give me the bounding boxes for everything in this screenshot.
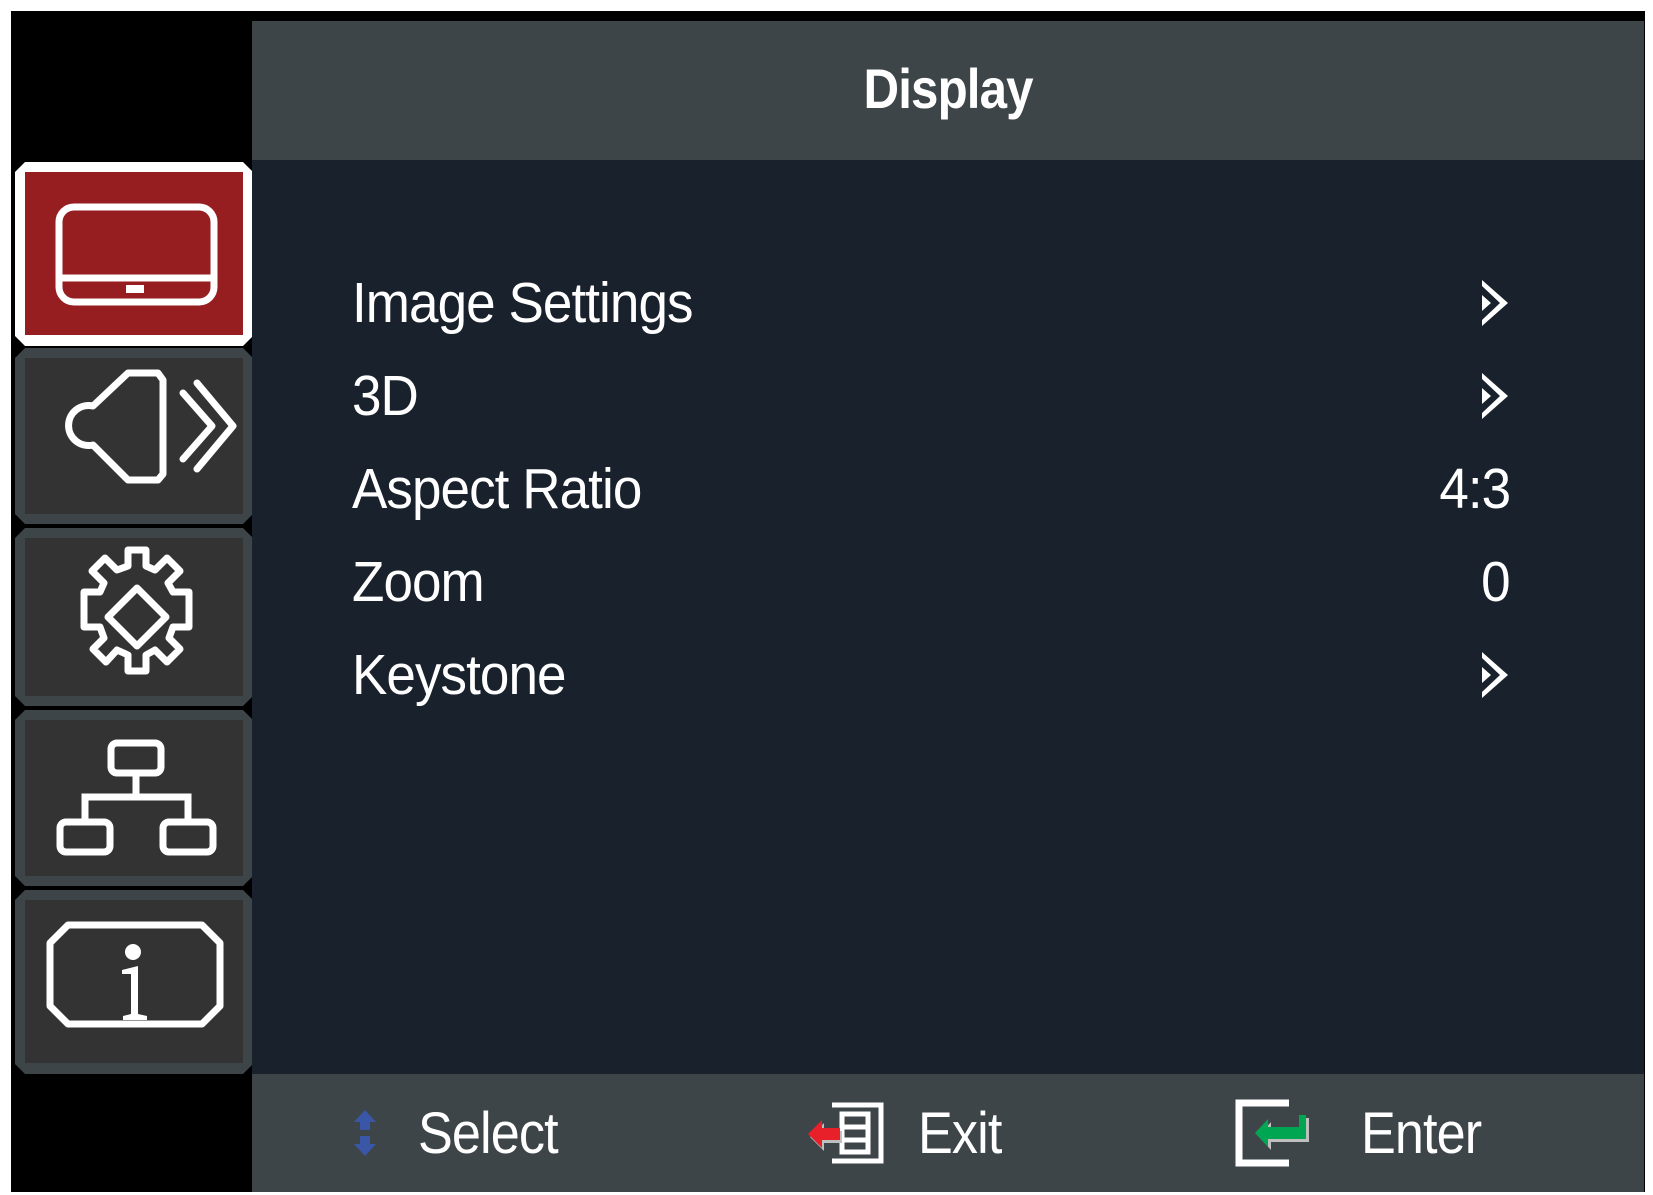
menu-item-label: 3D xyxy=(352,364,419,428)
menu-item-label: Aspect Ratio xyxy=(352,457,642,521)
network-icon xyxy=(56,739,217,856)
sidebar-item-display[interactable] xyxy=(15,162,253,346)
chevron-right-icon xyxy=(1482,280,1508,326)
menu-panel: Image Settings 3D Aspect Ratio 4:3 Zoom … xyxy=(252,160,1644,1074)
hint-select: Select xyxy=(352,1074,573,1192)
hint-exit-label: Exit xyxy=(918,1100,1002,1166)
hint-enter: Enter xyxy=(1233,1074,1495,1192)
footer-bar: Select Exit Enter xyxy=(252,1074,1644,1192)
menu-item-label: Keystone xyxy=(352,643,567,707)
gear-icon xyxy=(80,546,193,675)
menu-item-label: Image Settings xyxy=(352,271,694,335)
menu-item-zoom[interactable]: Zoom 0 xyxy=(352,542,1511,622)
menu-item-label: Zoom xyxy=(352,550,485,614)
hint-enter-label: Enter xyxy=(1361,1100,1482,1166)
hint-select-label: Select xyxy=(418,1100,559,1166)
speaker-icon xyxy=(65,369,237,484)
sidebar-item-audio[interactable] xyxy=(15,348,253,524)
menu-item-image-settings[interactable]: Image Settings xyxy=(352,263,1510,343)
up-down-arrows-icon xyxy=(354,1110,376,1156)
menu-header: Display xyxy=(252,21,1644,160)
menu-item-aspect-ratio[interactable]: Aspect Ratio 4:3 xyxy=(352,449,1511,529)
exit-icon xyxy=(808,1102,884,1164)
info-icon xyxy=(46,921,224,1028)
sidebar-item-network[interactable] xyxy=(15,710,253,886)
aspect-ratio-value: 4:3 xyxy=(1439,457,1511,521)
chevron-right-icon xyxy=(1482,373,1508,419)
sidebar-item-system[interactable] xyxy=(15,528,253,706)
hint-exit: Exit xyxy=(808,1074,1011,1192)
enter-icon xyxy=(1235,1099,1309,1167)
zoom-value: 0 xyxy=(1481,550,1510,614)
display-icon xyxy=(55,203,218,306)
page-title: Display xyxy=(863,57,1033,120)
chevron-right-icon xyxy=(1482,652,1508,698)
sidebar-item-information[interactable] xyxy=(15,890,253,1074)
menu-item-keystone[interactable]: Keystone xyxy=(352,635,1510,715)
menu-item-3d[interactable]: 3D xyxy=(352,356,1510,436)
